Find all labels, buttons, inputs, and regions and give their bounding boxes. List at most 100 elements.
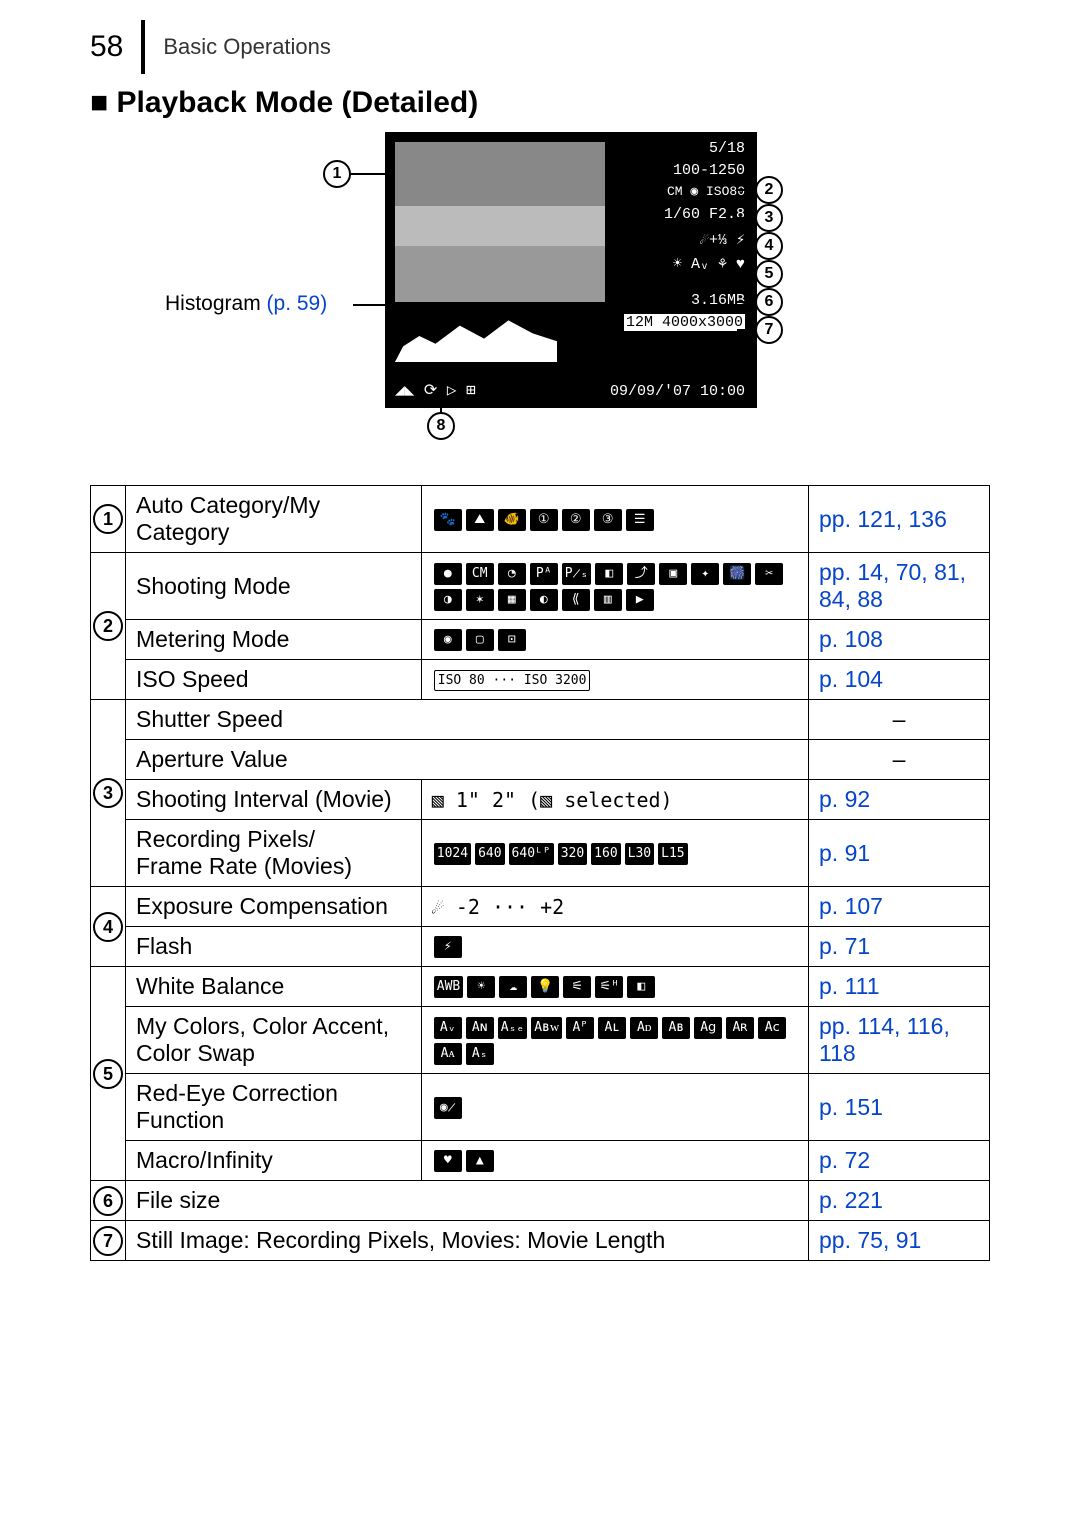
row-label: ISO Speed — [126, 660, 422, 700]
page-header: 58 Basic Operations — [90, 20, 990, 74]
row-num: 3 — [93, 778, 123, 808]
datetime: 09/09/'07 10:00 — [610, 383, 745, 400]
leader-line — [351, 173, 395, 175]
page-ref-link[interactable]: p. 108 — [819, 626, 883, 652]
callout-4: 4 — [755, 232, 783, 260]
page-title: Playback Mode (Detailed) — [90, 86, 990, 120]
camera-screen: 5/18 100-1250 CM ◉ ISO80 1/60 F2.8 ☄+⅓ ⚡… — [385, 132, 757, 408]
counter: 5/18 — [709, 140, 745, 157]
row-icons — [421, 740, 808, 780]
page-ref-link[interactable]: p. 107 — [819, 893, 883, 919]
callout-8: 8 — [427, 412, 455, 440]
page-ref-link[interactable]: pp. 121, 136 — [819, 506, 947, 532]
pixels-line: 12M 4000x3000 — [624, 314, 745, 331]
leader-line — [737, 301, 755, 303]
histogram-link[interactable]: (p. 59) — [267, 292, 328, 315]
row-num: 4 — [93, 912, 123, 942]
row-label: Metering Mode — [126, 620, 422, 660]
page-ref-link[interactable]: p. 104 — [819, 666, 883, 692]
table-row: 2 Shooting Mode ●CM◔PᴬP̷ₛ◧⤴▣✦🎆✂◑✶▦◐⟪▥▶ p… — [91, 553, 990, 620]
table-row: 7 Still Image: Recording Pixels, Movies:… — [91, 1221, 990, 1261]
row-icons: AᵥAɴAₛₑAʙᴡAᴾAʟAᴅAʙA𝗀AʀA𝖼AᴀAₛ — [421, 1007, 808, 1074]
row-label: Exposure Compensation — [126, 887, 422, 927]
section-title: Basic Operations — [163, 34, 331, 60]
page-ref-link[interactable]: p. 111 — [819, 973, 880, 999]
table-row: Flash ⚡ p. 71 — [91, 927, 990, 967]
row-num: 2 — [93, 611, 123, 641]
row-label: Aperture Value — [126, 740, 422, 780]
table-row: ISO Speed ISO 80 ··· ISO 3200 p. 104 — [91, 660, 990, 700]
callout-2: 2 — [755, 176, 783, 204]
leader-line — [737, 189, 755, 191]
row-label: Red-Eye Correction Function — [126, 1074, 422, 1141]
playback-diagram: 5/18 100-1250 CM ◉ ISO80 1/60 F2.8 ☄+⅓ ⚡… — [165, 132, 915, 477]
page-ref-link[interactable]: pp. 114, 116, 118 — [819, 1013, 950, 1066]
page-ref-link[interactable]: p. 71 — [819, 933, 870, 959]
table-row: 3 Shutter Speed – — [91, 700, 990, 740]
iso-line: CM ◉ ISO80 — [667, 184, 745, 199]
page-ref-link[interactable]: pp. 14, 70, 81, 84, 88 — [819, 559, 966, 612]
row-icons: ⚡ — [421, 927, 808, 967]
file-number: 100-1250 — [673, 162, 745, 179]
row-icons: ▧ 1" 2" (▧ selected) — [421, 780, 808, 820]
table-row: Metering Mode ◉▢⊡ p. 108 — [91, 620, 990, 660]
leader-line — [353, 304, 393, 306]
row-icons: ◉▢⊡ — [421, 620, 808, 660]
table-row: My Colors, Color Accent, Color Swap AᵥAɴ… — [91, 1007, 990, 1074]
row-label: Recording Pixels/ Frame Rate (Movies) — [126, 820, 422, 887]
row-icons: ♥▲ — [421, 1141, 808, 1181]
page-ref-link[interactable]: p. 91 — [819, 840, 870, 866]
row-label: White Balance — [126, 967, 422, 1007]
table-row: Aperture Value – — [91, 740, 990, 780]
table-row: 4 Exposure Compensation ☄ -2 ··· +2 p. 1… — [91, 887, 990, 927]
row-icons: ◉̷ — [421, 1074, 808, 1141]
row-num: 1 — [93, 504, 123, 534]
leader-line — [737, 245, 755, 247]
histogram-label: Histogram (p. 59) — [165, 292, 327, 316]
row-num: 6 — [93, 1186, 123, 1216]
row-icons: 1024640640ᴸᴾ320160L30L15 — [421, 820, 808, 887]
table-row: Macro/Infinity ♥▲ p. 72 — [91, 1141, 990, 1181]
row-icons: 🐾⛰🐠①②③☰ — [421, 486, 808, 553]
row-label: Flash — [126, 927, 422, 967]
thumbnail-icon — [395, 142, 605, 302]
leader-line — [440, 397, 442, 413]
callout-7: 7 — [755, 316, 783, 344]
table-row: 6 File size p. 221 — [91, 1181, 990, 1221]
table-row: Red-Eye Correction Function ◉̷ p. 151 — [91, 1074, 990, 1141]
callout-1: 1 — [323, 160, 351, 188]
row-icons: ●CM◔PᴬP̷ₛ◧⤴▣✦🎆✂◑✶▦◐⟪▥▶ — [421, 553, 808, 620]
table-row: Recording Pixels/ Frame Rate (Movies) 10… — [91, 820, 990, 887]
callout-6: 6 — [755, 288, 783, 316]
page-ref-link[interactable]: p. 72 — [819, 1147, 870, 1173]
callout-5: 5 — [755, 260, 783, 288]
table-row: 5 White Balance AWB☀☁💡⚟⚟ᴴ◧ p. 111 — [91, 967, 990, 1007]
histogram-icon — [395, 310, 557, 362]
header-divider — [141, 20, 145, 74]
page-number: 58 — [90, 30, 123, 64]
row-icons: AWB☀☁💡⚟⚟ᴴ◧ — [421, 967, 808, 1007]
bottom-left-icons: ◢◣ ⟳ ▷ ⊞ — [395, 380, 476, 400]
exposure-line: 1/60 F2.8 — [664, 206, 745, 223]
page-ref-link[interactable]: pp. 75, 91 — [819, 1227, 921, 1253]
row-label: Shooting Mode — [126, 553, 422, 620]
dash: – — [809, 740, 990, 780]
row-label: Auto Category/My Category — [126, 486, 422, 553]
page-ref-link[interactable]: p. 151 — [819, 1094, 883, 1120]
row-icons — [421, 700, 808, 740]
table-row: Shooting Interval (Movie) ▧ 1" 2" (▧ sel… — [91, 780, 990, 820]
leader-line — [737, 329, 755, 331]
row-label: Shooting Interval (Movie) — [126, 780, 422, 820]
row-label: Shutter Speed — [126, 700, 422, 740]
page-ref-link[interactable]: p. 92 — [819, 786, 870, 812]
row-label: Macro/Infinity — [126, 1141, 422, 1181]
row-icons: ISO 80 ··· ISO 3200 — [421, 660, 808, 700]
details-table: 1 Auto Category/My Category 🐾⛰🐠①②③☰ pp. … — [90, 485, 990, 1261]
row-icons: ☄ -2 ··· +2 — [421, 887, 808, 927]
wb-line: ☀ Aᵥ ⚘ ♥ — [673, 254, 745, 273]
row-label: File size — [126, 1181, 809, 1221]
page-ref-link[interactable]: p. 221 — [819, 1187, 883, 1213]
row-label: Still Image: Recording Pixels, Movies: M… — [126, 1221, 809, 1261]
leader-line — [737, 273, 755, 275]
callout-3: 3 — [755, 204, 783, 232]
